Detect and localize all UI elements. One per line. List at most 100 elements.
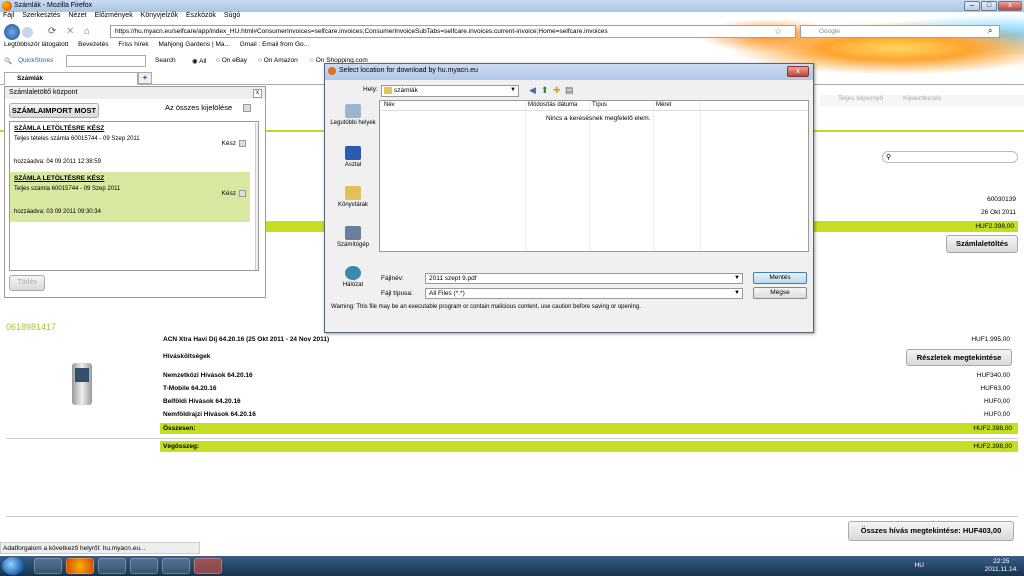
view-menu-icon[interactable]: ▤ — [565, 85, 574, 96]
close-icon[interactable]: x — [253, 89, 262, 98]
item-checkbox[interactable] — [239, 140, 246, 147]
search-input[interactable]: Google — [800, 25, 1000, 38]
bookmark-latest-headlines[interactable]: Friss hírek — [118, 41, 148, 48]
file-list-header: Név Módosítás dátuma Típus Méret — [380, 101, 808, 111]
mail-taskbar-icon[interactable] — [130, 558, 158, 574]
cancel-button[interactable]: Mégse — [753, 287, 807, 299]
back-icon[interactable]: ◀ — [529, 85, 536, 96]
reload-icon[interactable]: ⟳ — [48, 26, 56, 37]
pdf-taskbar-icon[interactable] — [194, 558, 222, 574]
save-dialog: Select location for download by hu.myacn… — [324, 63, 814, 333]
clock-time: 22:25 — [993, 558, 1010, 565]
details-button[interactable]: Részletek megtekintése — [906, 349, 1012, 366]
menu-fullscreen[interactable]: Teljes képernyő — [838, 95, 883, 102]
select-all-label: Az összes kijelölése — [165, 103, 233, 112]
window-title: Számlák - Mozilla Firefox — [14, 2, 93, 9]
phone-icon — [72, 363, 92, 405]
place-libraries[interactable]: Könyvtárak — [329, 186, 377, 208]
address-bar[interactable]: https://hu.myacn.eu/selfcare/app/index_H… — [110, 25, 796, 38]
new-tab-button[interactable]: + — [138, 72, 152, 84]
magnifier-icon[interactable]: ⌕ — [988, 26, 992, 36]
menu-help[interactable]: Súgó — [224, 12, 240, 19]
language-indicator[interactable]: HU — [915, 562, 924, 569]
filename-value: 2011 szept 9.pdf — [429, 275, 477, 282]
place-recent-label: Legutóbbi helyek — [330, 120, 376, 126]
item-status-label: Kész — [221, 140, 236, 148]
call-costs-label: Hívásköltségek — [163, 353, 211, 360]
menu-edit[interactable]: Szerkesztés — [22, 12, 60, 19]
quickstores-input[interactable] — [66, 55, 146, 67]
radio-amazon[interactable]: ○ On Amazon — [258, 57, 298, 64]
word-taskbar-icon[interactable] — [98, 558, 126, 574]
row-international-label: Nemzetközi Hívások 64.20.16 — [163, 372, 253, 379]
warning-text: Warning: This file may be an executable … — [331, 304, 641, 310]
divider — [6, 516, 1018, 517]
column-size[interactable]: Méret — [656, 102, 671, 108]
import-now-button[interactable]: SZÁMLAIMPORT MOST — [9, 103, 99, 118]
item-status-label: Kész — [221, 190, 236, 198]
item-title[interactable]: SZÁMLA LETÖLTÉSRE KÉSZ — [14, 175, 246, 182]
grand-total-label: Végösszeg: — [163, 443, 200, 450]
page-menu: Teljes képernyő Kijelentkezés — [820, 95, 1024, 106]
menu-history[interactable]: Előzmények — [95, 12, 133, 19]
desktop-icon — [345, 146, 361, 160]
minimize-button[interactable]: – — [964, 1, 980, 11]
firefox-icon — [328, 67, 336, 75]
back-icon[interactable] — [4, 24, 20, 40]
file-list[interactable]: Név Módosítás dátuma Típus Méret Nincs a… — [379, 100, 809, 252]
bookmark-most-visited[interactable]: Legtöbbször látogatott — [4, 41, 68, 48]
up-folder-icon[interactable]: ⬆ — [541, 85, 549, 96]
menu-bookmarks[interactable]: Könyvjelzők — [141, 12, 178, 19]
item-checkbox[interactable] — [239, 190, 246, 197]
clock[interactable]: 22:25 2011.11.14. — [985, 558, 1018, 574]
network-icon — [345, 266, 361, 280]
bookmark-gmail[interactable]: Gmail : Email from Go... — [240, 41, 309, 48]
star-icon[interactable]: ☆ — [774, 26, 782, 37]
app-taskbar-icon[interactable] — [162, 558, 190, 574]
scrollbar[interactable] — [255, 123, 258, 270]
tab-szamlak[interactable]: Számlák — [4, 72, 138, 85]
place-desktop[interactable]: Asztal — [329, 146, 377, 168]
download-center-title: Számlaletöltő központ — [9, 89, 78, 96]
dialog-close-button[interactable]: x — [787, 66, 809, 77]
bookmark-mahjong[interactable]: Mahjong Gardens | Ma... — [158, 41, 229, 48]
chevron-down-icon: ▼ — [734, 290, 740, 296]
place-recent[interactable]: Legutóbbi helyek — [329, 104, 377, 126]
quickstores-icon: 🔍 — [4, 58, 13, 65]
place-network[interactable]: Hálózat — [329, 266, 377, 288]
select-all-checkbox[interactable] — [243, 104, 251, 112]
bookmark-getting-started[interactable]: Bevezetés — [78, 41, 108, 48]
menu-view[interactable]: Nézet — [68, 12, 86, 19]
save-button[interactable]: Mentés — [753, 272, 807, 284]
new-folder-icon[interactable]: ✚ — [553, 85, 561, 96]
start-button[interactable] — [2, 557, 24, 575]
place-computer[interactable]: Számítógép — [329, 226, 377, 248]
computer-icon — [345, 226, 361, 240]
all-calls-button[interactable]: Összes hívás megtekintése: HUF403,00 — [848, 521, 1014, 541]
stop-icon[interactable]: ✕ — [66, 26, 74, 37]
radio-all[interactable]: ◉ All — [192, 57, 206, 65]
column-modified[interactable]: Módosítás dátuma — [528, 102, 577, 108]
explorer-taskbar-icon[interactable] — [34, 558, 62, 574]
page-search-input[interactable]: ⚲ — [882, 151, 1018, 163]
menu-tools[interactable]: Eszközök — [186, 12, 216, 19]
quickstores-search[interactable]: Search — [155, 57, 176, 64]
invoice-amount: HUF2.398,00 — [975, 223, 1014, 230]
forward-icon[interactable] — [22, 27, 33, 38]
radio-ebay[interactable]: ○ On eBay — [216, 57, 247, 64]
item-title[interactable]: SZÁMLA LETÖLTÉSRE KÉSZ — [14, 125, 246, 132]
close-window-button[interactable]: x — [998, 1, 1022, 11]
invoice-download-button[interactable]: Számlaletöltés — [946, 235, 1018, 253]
filename-input[interactable]: 2011 szept 9.pdf ▼ — [425, 273, 743, 284]
chevron-down-icon[interactable]: ▼ — [734, 275, 740, 281]
maximize-button[interactable]: □ — [981, 1, 997, 11]
home-icon[interactable]: ⌂ — [84, 26, 90, 37]
column-name[interactable]: Név — [384, 102, 395, 108]
look-in-select[interactable]: számlák ▼ — [381, 85, 519, 97]
filetype-select[interactable]: All Files (*.*) ▼ — [425, 288, 743, 299]
firefox-taskbar-icon[interactable] — [66, 558, 94, 574]
menu-logout[interactable]: Kijelentkezés — [903, 95, 941, 102]
menu-file[interactable]: Fájl — [3, 12, 14, 19]
column-type[interactable]: Típus — [592, 102, 607, 108]
delete-button[interactable]: Törlés — [9, 275, 45, 291]
